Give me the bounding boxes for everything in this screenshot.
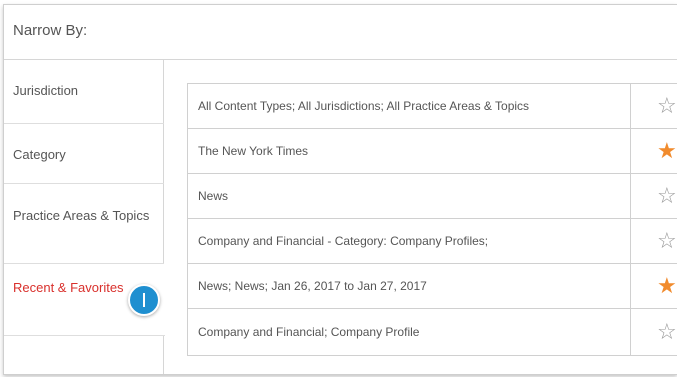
- narrow-by-panel: Narrow By: Jurisdiction Category Practic…: [3, 4, 677, 375]
- recent-search-link[interactable]: Company and Financial - Category: Compan…: [198, 219, 628, 263]
- list-item: Company and Financial - Category: Compan…: [188, 219, 677, 264]
- list-item: News; News; Jan 26, 2017 to Jan 27, 2017…: [188, 264, 677, 309]
- recent-favorites-list: All Content Types; All Jurisdictions; Al…: [187, 83, 677, 356]
- sidebar-item-jurisdiction[interactable]: Jurisdiction: [4, 60, 164, 124]
- list-item: All Content Types; All Jurisdictions; Al…: [188, 84, 677, 129]
- star-filled-icon: ★: [657, 273, 677, 298]
- recent-search-link[interactable]: Company and Financial; Company Profile: [198, 309, 628, 355]
- favorite-toggle[interactable]: ☆: [630, 219, 677, 263]
- recent-search-link[interactable]: News; News; Jan 26, 2017 to Jan 27, 2017: [198, 264, 628, 308]
- recent-search-link[interactable]: The New York Times: [198, 129, 628, 173]
- favorite-toggle[interactable]: ★: [630, 264, 677, 308]
- sidebar-item-practice-areas-topics[interactable]: Practice Areas & Topics: [4, 184, 164, 264]
- list-item: The New York Times ★: [188, 129, 677, 174]
- star-outline-icon: ☆: [657, 228, 677, 253]
- star-outline-icon: ☆: [657, 183, 677, 208]
- star-outline-icon: ☆: [657, 319, 677, 344]
- favorite-toggle[interactable]: ☆: [630, 309, 677, 355]
- star-filled-icon: ★: [657, 138, 677, 163]
- favorite-toggle[interactable]: ☆: [630, 174, 677, 218]
- favorite-toggle[interactable]: ★: [630, 129, 677, 173]
- narrow-by-title: Narrow By:: [4, 5, 677, 60]
- recent-search-link[interactable]: All Content Types; All Jurisdictions; Al…: [198, 84, 628, 128]
- sidebar-item-category[interactable]: Category: [4, 124, 164, 184]
- list-item: News ☆: [188, 174, 677, 219]
- star-outline-icon: ☆: [657, 93, 677, 118]
- recent-search-link[interactable]: News: [198, 174, 628, 218]
- list-item: Company and Financial; Company Profile ☆: [188, 309, 677, 356]
- filter-sidebar: Jurisdiction Category Practice Areas & T…: [4, 60, 165, 374]
- favorite-toggle[interactable]: ☆: [630, 84, 677, 128]
- step-number-badge: [128, 284, 160, 316]
